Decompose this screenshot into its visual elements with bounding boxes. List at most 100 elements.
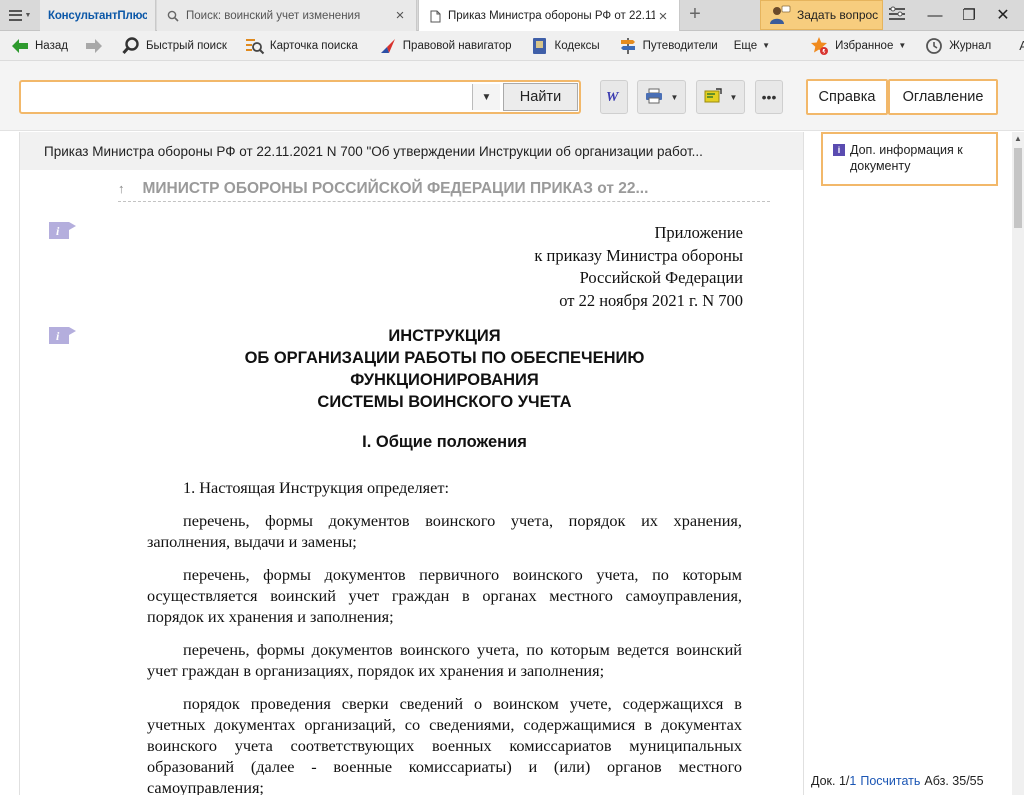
appendix-line: к приказу Министра обороны xyxy=(534,245,743,265)
codes-button[interactable]: Кодексы xyxy=(530,31,600,61)
vertical-scrollbar[interactable]: ▲ xyxy=(1012,132,1024,795)
star-icon xyxy=(810,36,830,56)
main-toolbar: Назад Быстрый поиск Карточка поиска Прав… xyxy=(0,31,1024,61)
guides-button[interactable]: Путеводители xyxy=(618,31,718,61)
tab-brand[interactable]: КонсультантПлюс xyxy=(40,0,156,31)
close-window-button[interactable]: ✕ xyxy=(986,0,1020,30)
heading-line: ОБ ОРГАНИЗАЦИИ РАБОТЫ ПО ОБЕСПЕЧЕНИЮ xyxy=(244,349,645,367)
section-heading: I. Общие положения xyxy=(362,433,527,451)
tab-search[interactable]: Поиск: воинский учет изменения × xyxy=(157,0,417,31)
search-input[interactable] xyxy=(23,84,471,110)
legal-navigator-label: Правовой навигатор xyxy=(402,39,512,52)
additional-info-label: Доп. информация к документу xyxy=(850,143,963,173)
arrow-up-icon[interactable]: ↑ xyxy=(118,181,125,196)
new-tab-button[interactable]: + xyxy=(684,3,706,25)
signpost-icon xyxy=(618,36,638,56)
ask-question-label: Задать вопрос xyxy=(797,8,879,22)
quick-search-button[interactable]: Быстрый поиск xyxy=(121,31,227,61)
plus-icon: + xyxy=(689,3,701,25)
doc-total-link[interactable]: 1 xyxy=(849,774,856,788)
chevron-down-icon: ▼ xyxy=(670,92,679,102)
instruction-heading: ИНСТРУКЦИЯ ОБ ОРГАНИЗАЦИИ РАБОТЫ ПО ОБЕС… xyxy=(147,325,742,413)
search-card-button[interactable]: Карточка поиска xyxy=(245,31,358,61)
minimize-icon: — xyxy=(927,6,943,24)
chevron-down-icon: ▼ xyxy=(481,91,492,103)
print-button[interactable]: ▼ xyxy=(637,80,686,114)
tab-document[interactable]: Приказ Министра обороны РФ от 22.11.2021… xyxy=(418,0,680,32)
search-card-label: Карточка поиска xyxy=(269,39,358,52)
minimize-button[interactable]: — xyxy=(918,0,952,30)
search-history-dropdown[interactable]: ▼ xyxy=(472,84,500,110)
find-button[interactable]: Найти xyxy=(503,83,578,111)
scroll-up-icon[interactable]: ▲ xyxy=(1012,132,1024,146)
document-title: МИНИСТР ОБОРОНЫ РОССИЙСКОЙ ФЕДЕРАЦИИ ПРИ… xyxy=(142,179,649,197)
word-icon: W xyxy=(605,88,623,107)
chevron-down-icon: ▼ xyxy=(898,41,907,50)
chevron-down-icon: ▼ xyxy=(24,11,32,19)
history-clock-icon xyxy=(924,36,944,56)
guides-label: Путеводители xyxy=(642,39,718,52)
export-word-button[interactable]: W xyxy=(600,80,628,114)
compass-icon xyxy=(378,36,398,56)
paragraph: перечень, формы документов первичного во… xyxy=(147,565,742,626)
close-icon: ✕ xyxy=(996,7,1010,24)
send-button[interactable]: ▼ xyxy=(696,80,745,114)
info-marker-icon[interactable]: i xyxy=(49,222,77,240)
quick-search-label: Быстрый поиск xyxy=(145,39,227,52)
tab-label: Поиск: воинский учет изменения xyxy=(186,9,361,22)
printer-icon xyxy=(645,88,663,107)
more-actions-button[interactable]: ••• xyxy=(755,80,783,114)
contents-button[interactable]: Оглавление xyxy=(888,79,998,115)
info-marker-icon[interactable]: i xyxy=(49,327,77,345)
arrow-left-icon xyxy=(10,36,30,56)
document-panel: Приказ Министра обороны РФ от 22.11.2021… xyxy=(19,132,804,795)
magnifier-icon xyxy=(121,36,141,56)
close-icon[interactable]: × xyxy=(392,7,408,24)
chevron-down-icon: ▼ xyxy=(729,92,738,102)
find-label: Найти xyxy=(519,89,562,105)
more-menu-button[interactable]: Еще ▼ xyxy=(734,31,770,61)
doc-counter-label: Док. 1/ xyxy=(811,774,850,788)
ask-question-button[interactable]: Задать вопрос xyxy=(760,0,883,30)
additional-info-card[interactable]: i Доп. информация к документу xyxy=(821,132,998,186)
svg-text:W: W xyxy=(606,90,620,104)
paragraph: 1. Настоящая Инструкция определяет: xyxy=(183,478,450,497)
forward-button[interactable] xyxy=(84,31,109,61)
appendix-line: от 22 ноября 2021 г. N 700 xyxy=(559,290,743,310)
save-icon xyxy=(704,87,722,107)
more-label: Еще xyxy=(733,39,758,52)
consultant-icon xyxy=(769,5,791,25)
help-button[interactable]: Справка xyxy=(806,79,888,115)
appendix-line: Российской Федерации xyxy=(579,268,743,287)
help-label: Справка xyxy=(818,89,876,105)
paragraph-counter: Абз. 35/55 xyxy=(924,774,984,788)
search-box: ▼ Найти xyxy=(19,80,581,114)
legal-navigator-button[interactable]: Правовой навигатор xyxy=(378,31,512,61)
close-icon[interactable]: × xyxy=(655,8,671,25)
maximize-button[interactable]: ❐ xyxy=(952,0,986,30)
chevron-down-icon: ▼ xyxy=(762,41,771,50)
document-header-title: Приказ Министра обороны РФ от 22.11.2021… xyxy=(44,143,703,159)
main-menu-button[interactable]: ▼ xyxy=(0,0,40,30)
heading-line: СИСТЕМЫ ВОИНСКОГО УЧЕТА xyxy=(317,393,572,411)
journal-button[interactable]: Журнал xyxy=(924,31,991,61)
document-header: Приказ Министра обороны РФ от 22.11.2021… xyxy=(20,132,803,170)
font-decrease-button[interactable]: A− xyxy=(1019,31,1024,61)
restore-icon: ❐ xyxy=(962,7,976,24)
paragraph: перечень, формы документов воинского уче… xyxy=(147,640,742,680)
contents-label: Оглавление xyxy=(902,89,984,105)
status-bar: Док. 1/1 Посчитать Абз. 35/55 xyxy=(811,771,1011,791)
scroll-thumb[interactable] xyxy=(1014,148,1022,228)
codes-book-icon xyxy=(530,36,550,56)
back-button[interactable]: Назад xyxy=(10,31,68,61)
back-label: Назад xyxy=(35,39,68,52)
search-card-icon xyxy=(245,36,265,56)
count-link[interactable]: Посчитать xyxy=(860,774,920,788)
paragraph: порядок проведения сверки сведений о вои… xyxy=(147,694,742,795)
font-decrease-label: A− xyxy=(1019,38,1024,53)
hamburger-icon xyxy=(8,9,22,21)
favorites-label: Избранное xyxy=(835,39,894,52)
document-title-row[interactable]: ↑ МИНИСТР ОБОРОНЫ РОССИЙСКОЙ ФЕДЕРАЦИИ П… xyxy=(118,176,770,202)
settings-icon[interactable] xyxy=(888,6,910,24)
favorites-button[interactable]: Избранное ▼ xyxy=(810,31,906,61)
